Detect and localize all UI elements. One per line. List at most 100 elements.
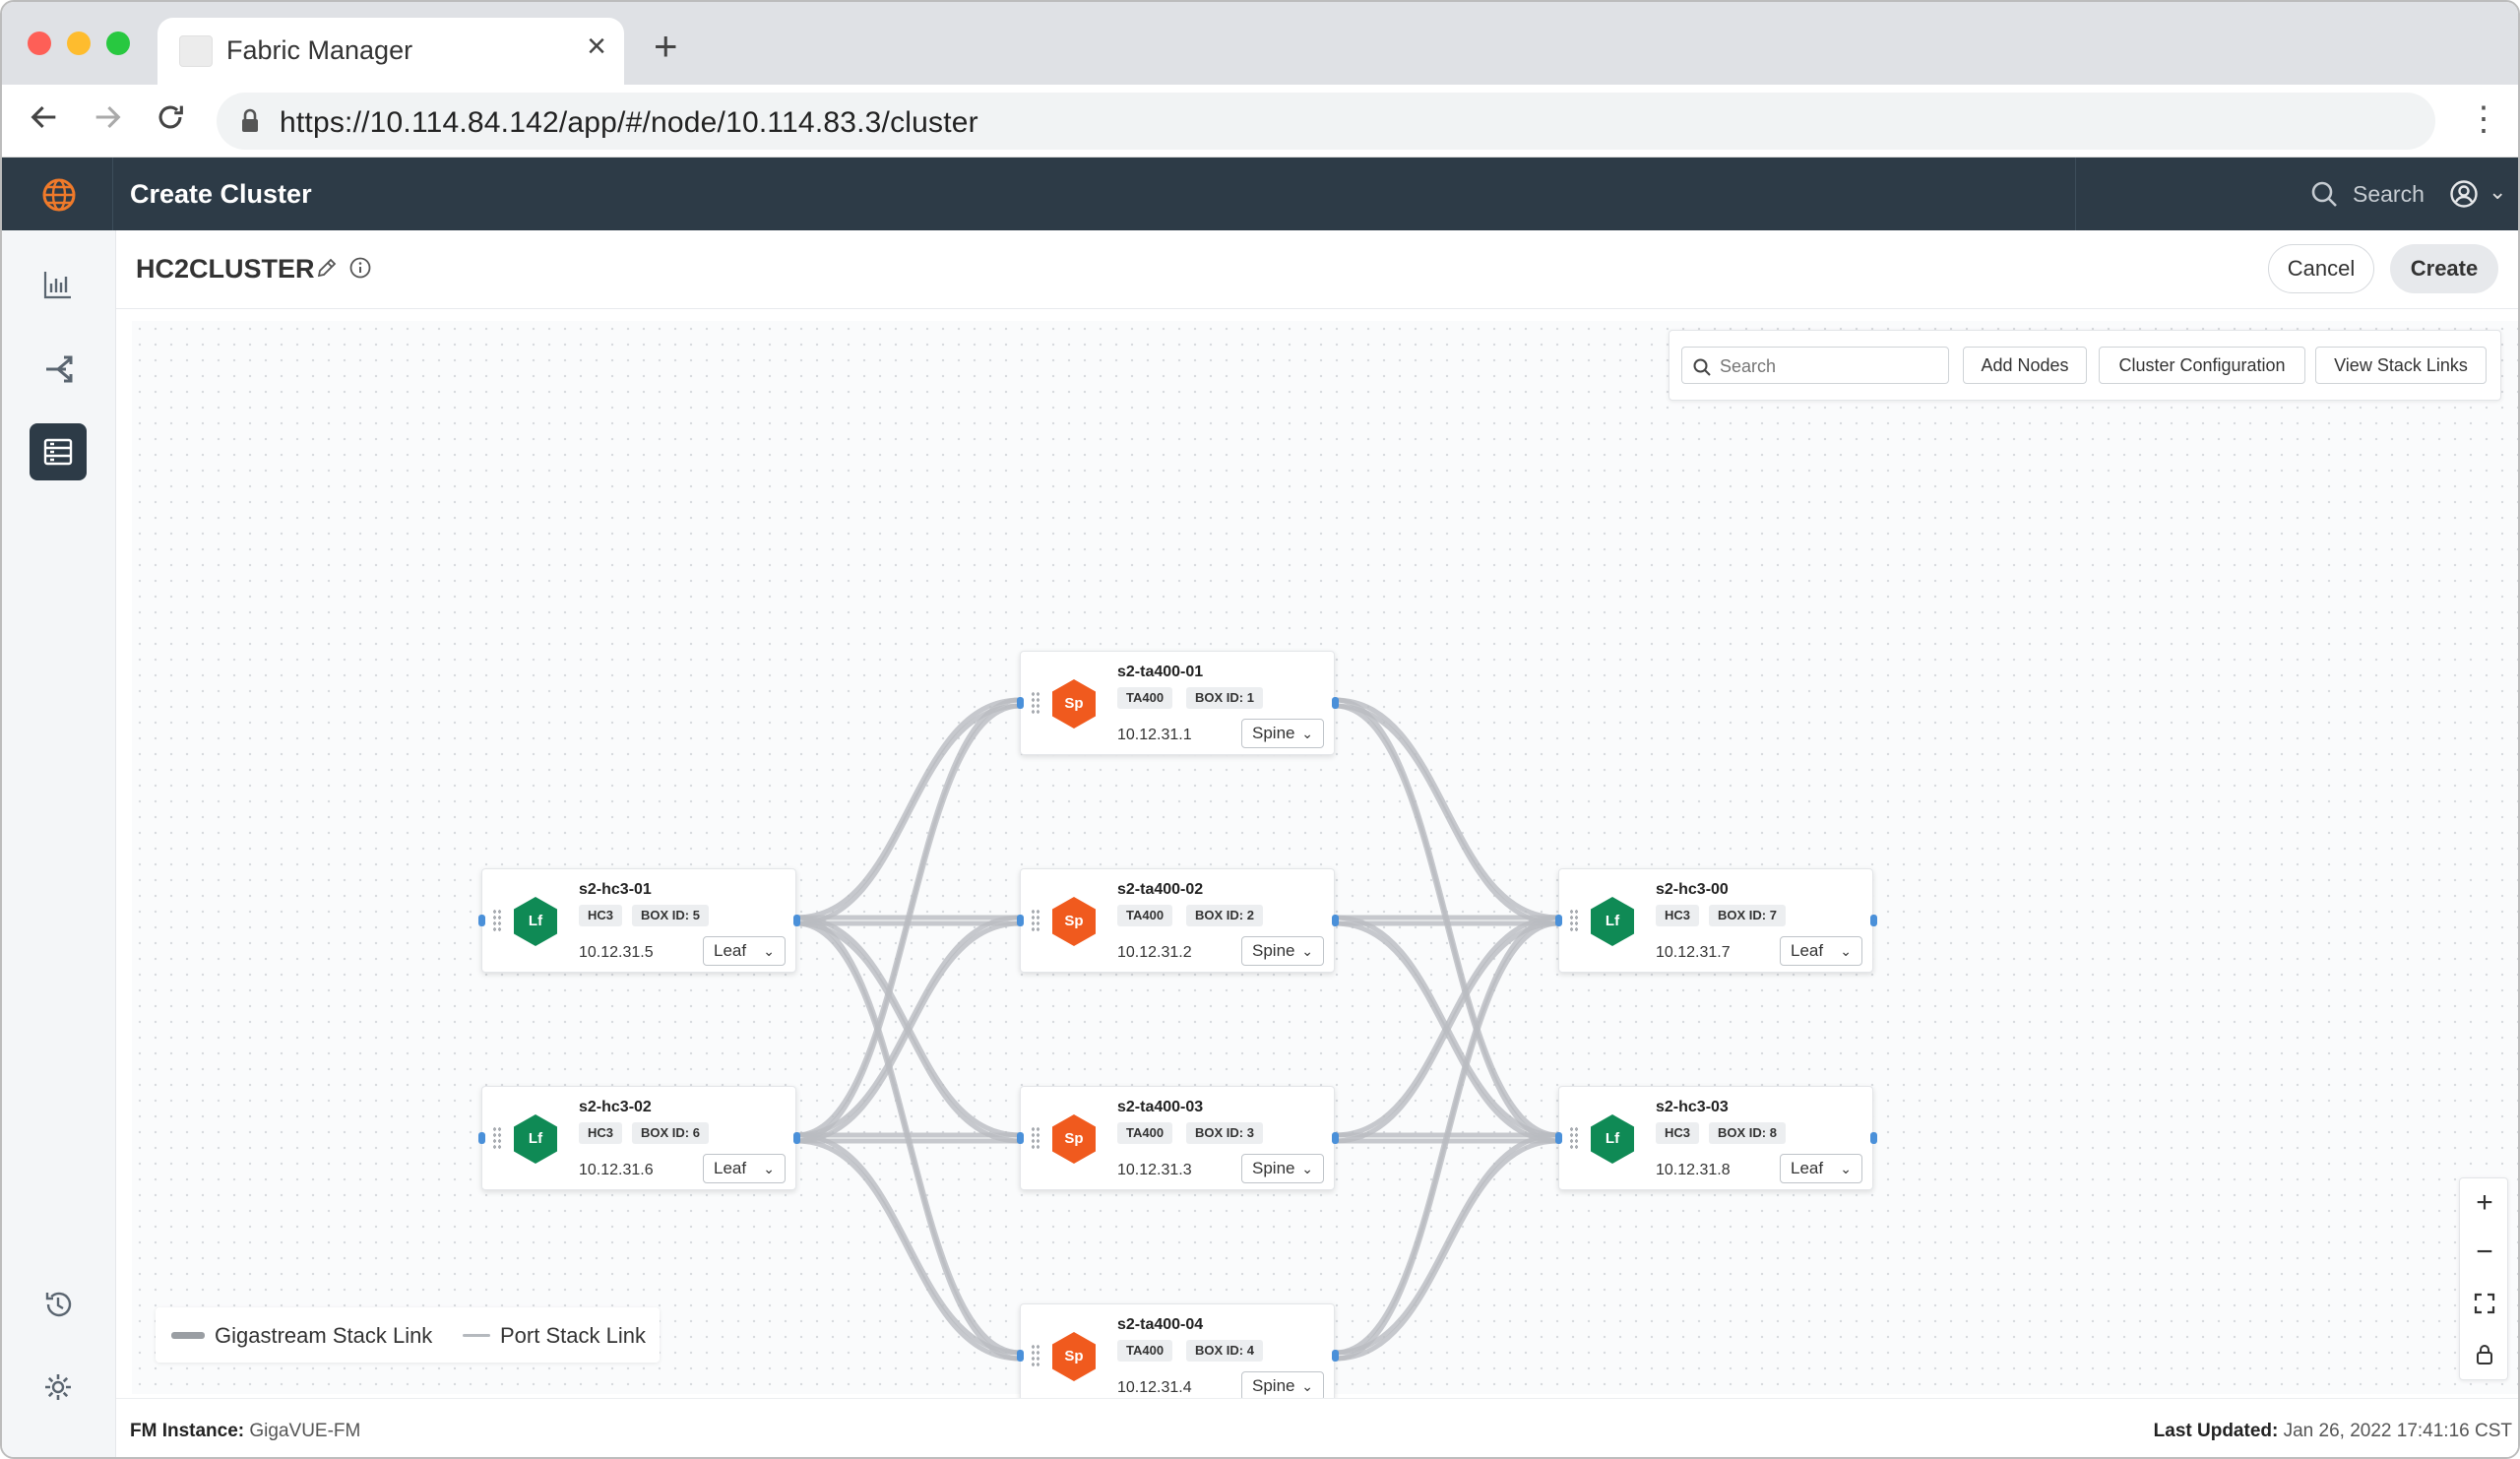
spine-hex-icon: Sp bbox=[1052, 1114, 1096, 1164]
node-ip: 10.12.31.4 bbox=[1117, 1379, 1192, 1396]
leaf-node-card[interactable]: Lf s2-hc3-01 HC3 BOX ID: 5 10.12.31.5 Leaf ⌄ bbox=[481, 868, 796, 973]
spine-node-card[interactable]: Sp s2-ta400-04 TA400 BOX ID: 4 10.12.31.4 Spi… bbox=[1020, 1303, 1335, 1408]
view-stack-links-button[interactable]: View Stack Links bbox=[2315, 347, 2487, 384]
drag-handle[interactable] bbox=[492, 909, 502, 932]
port-connector[interactable] bbox=[1332, 1132, 1339, 1144]
topology-canvas[interactable]: Add Nodes Cluster Configuration View Sta… bbox=[132, 321, 2518, 1408]
spine-hex-icon: Sp bbox=[1052, 679, 1096, 729]
port-connector[interactable] bbox=[793, 1132, 800, 1144]
cluster-header: HC2CLUSTER Cancel Create bbox=[116, 230, 2518, 309]
drag-handle[interactable] bbox=[1031, 909, 1040, 932]
pencil-icon[interactable] bbox=[315, 256, 339, 280]
spine-node-card[interactable]: Sp s2-ta400-03 TA400 BOX ID: 3 10.12.31.3 Spi… bbox=[1020, 1086, 1335, 1190]
close-window-button[interactable] bbox=[28, 32, 51, 55]
gigastream-stack-link[interactable] bbox=[1334, 920, 1559, 1144]
drag-handle[interactable] bbox=[1031, 1126, 1040, 1150]
topology-icon[interactable] bbox=[30, 341, 87, 398]
spine-node-card[interactable]: Sp s2-ta400-02 TA400 BOX ID: 2 10.12.31.2 Spi… bbox=[1020, 868, 1335, 973]
leaf-node-card[interactable]: Lf s2-hc3-00 HC3 BOX ID: 7 10.12.31.7 Leaf ⌄ bbox=[1558, 868, 1873, 973]
gear-icon[interactable] bbox=[30, 1359, 87, 1416]
port-connector[interactable] bbox=[1017, 915, 1024, 926]
role-select[interactable]: Leaf ⌄ bbox=[703, 936, 786, 966]
node-ip: 10.12.31.7 bbox=[1656, 944, 1731, 961]
global-search[interactable]: Search bbox=[2353, 181, 2425, 208]
expand-icon[interactable] bbox=[2460, 1279, 2509, 1328]
role-select[interactable]: Leaf ⌄ bbox=[703, 1154, 786, 1183]
drag-handle[interactable] bbox=[1569, 1126, 1579, 1150]
leaf-node-card[interactable]: Lf s2-hc3-02 HC3 BOX ID: 6 10.12.31.6 Leaf ⌄ bbox=[481, 1086, 796, 1190]
chevron-down-icon: ⌄ bbox=[1840, 943, 1852, 959]
gigastream-stack-link[interactable] bbox=[1334, 697, 1559, 920]
create-button[interactable]: Create bbox=[2390, 244, 2498, 293]
port-connector[interactable] bbox=[478, 1132, 485, 1144]
port-connector[interactable] bbox=[1870, 1132, 1877, 1144]
role-select[interactable]: Spine ⌄ bbox=[1241, 719, 1324, 748]
user-icon[interactable] bbox=[2449, 179, 2479, 209]
zoom-out-button[interactable]: − bbox=[2460, 1228, 2509, 1277]
browser-window: Fabric Manager × + https://10.114.84.142… bbox=[0, 0, 2520, 1459]
search-icon[interactable] bbox=[2309, 179, 2339, 209]
zoom-in-button[interactable]: + bbox=[2460, 1178, 2509, 1228]
zoom-controls: + − bbox=[2459, 1177, 2508, 1380]
gigastream-stack-link[interactable] bbox=[795, 703, 1021, 926]
leaf-node-card[interactable]: Lf s2-hc3-03 HC3 BOX ID: 8 10.12.31.8 Leaf ⌄ bbox=[1558, 1086, 1873, 1190]
port-connector[interactable] bbox=[1332, 697, 1339, 709]
kebab-menu-icon[interactable]: ⋮ bbox=[2467, 102, 2500, 136]
port-connector[interactable] bbox=[1332, 915, 1339, 926]
node-search-input[interactable] bbox=[1720, 353, 1938, 379]
drag-handle[interactable] bbox=[1031, 1344, 1040, 1367]
drag-handle[interactable] bbox=[492, 1126, 502, 1150]
port-connector[interactable] bbox=[1017, 697, 1024, 709]
new-tab-button[interactable]: + bbox=[654, 26, 678, 67]
role-select[interactable]: Leaf ⌄ bbox=[1780, 1154, 1862, 1183]
cancel-button[interactable]: Cancel bbox=[2268, 244, 2374, 293]
port-connector[interactable] bbox=[1017, 1350, 1024, 1362]
gigastream-stack-link[interactable] bbox=[1334, 703, 1559, 926]
spine-node-card[interactable]: Sp s2-ta400-01 TA400 BOX ID: 1 10.12.31.1 Spi… bbox=[1020, 651, 1335, 755]
add-nodes-button[interactable]: Add Nodes bbox=[1963, 347, 2087, 384]
node-search[interactable] bbox=[1681, 347, 1949, 384]
port-connector[interactable] bbox=[1017, 1132, 1024, 1144]
role-select[interactable]: Spine ⌄ bbox=[1241, 936, 1324, 966]
gigastream-stack-link[interactable] bbox=[795, 1132, 1021, 1356]
role-select[interactable]: Spine ⌄ bbox=[1241, 1371, 1324, 1401]
reload-icon[interactable] bbox=[154, 100, 187, 141]
drag-handle[interactable] bbox=[1031, 691, 1040, 715]
gigastream-stack-link[interactable] bbox=[795, 915, 1021, 1138]
gigastream-stack-link[interactable] bbox=[1334, 1138, 1559, 1362]
info-icon[interactable] bbox=[348, 256, 372, 280]
role-select[interactable]: Spine ⌄ bbox=[1241, 1154, 1324, 1183]
lock-icon bbox=[242, 108, 258, 132]
history-icon[interactable] bbox=[30, 1276, 87, 1333]
drag-handle[interactable] bbox=[1569, 909, 1579, 932]
cluster-list-icon[interactable] bbox=[30, 423, 87, 480]
lock-icon[interactable] bbox=[2460, 1330, 2509, 1379]
cluster-configuration-button[interactable]: Cluster Configuration bbox=[2099, 347, 2305, 384]
minimize-window-button[interactable] bbox=[67, 32, 91, 55]
gigastream-stack-link[interactable] bbox=[795, 1138, 1021, 1362]
port-connector[interactable] bbox=[793, 915, 800, 926]
maximize-window-button[interactable] bbox=[106, 32, 130, 55]
gigastream-stack-link[interactable] bbox=[1334, 915, 1559, 1138]
port-connector[interactable] bbox=[1870, 915, 1877, 926]
forward-icon[interactable] bbox=[91, 100, 124, 141]
gigastream-stack-link[interactable] bbox=[795, 920, 1021, 1144]
chevron-down-icon[interactable]: ⌄ bbox=[2488, 179, 2506, 205]
model-badge: HC3 bbox=[579, 905, 623, 926]
browser-tab[interactable]: Fabric Manager × bbox=[158, 18, 624, 85]
port-connector[interactable] bbox=[1332, 1350, 1339, 1362]
port-connector[interactable] bbox=[478, 915, 485, 926]
url-text: https://10.114.84.142/app/#/node/10.114.… bbox=[280, 106, 978, 139]
close-tab-icon[interactable]: × bbox=[587, 30, 606, 63]
node-name: s2-ta400-01 bbox=[1117, 664, 1204, 680]
port-connector[interactable] bbox=[1555, 915, 1562, 926]
gigastream-stack-link[interactable] bbox=[795, 697, 1021, 920]
back-icon[interactable] bbox=[28, 100, 61, 141]
port-connector[interactable] bbox=[1555, 1132, 1562, 1144]
url-field[interactable]: https://10.114.84.142/app/#/node/10.114.… bbox=[217, 93, 2435, 150]
cluster-name: HC2CLUSTER bbox=[136, 254, 315, 284]
gigastream-stack-link[interactable] bbox=[1334, 1132, 1559, 1356]
box-id-badge: BOX ID: 8 bbox=[1709, 1122, 1786, 1144]
role-select[interactable]: Leaf ⌄ bbox=[1780, 936, 1862, 966]
chart-icon[interactable] bbox=[30, 256, 87, 313]
